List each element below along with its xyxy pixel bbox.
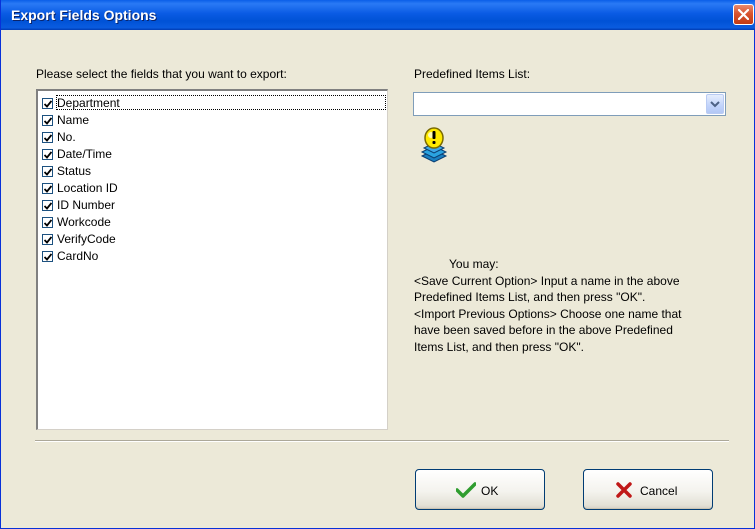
field-label: Location ID — [57, 181, 118, 195]
checkmark-icon — [44, 100, 52, 108]
field-item-department[interactable]: Department — [42, 95, 386, 112]
field-label: Name — [57, 113, 90, 127]
fields-label: Please select the fields that you want t… — [36, 67, 287, 81]
field-label: CardNo — [57, 249, 99, 263]
checkmark-icon — [44, 253, 52, 261]
x-mark-icon — [616, 482, 632, 498]
field-item-status[interactable]: Status — [42, 163, 382, 180]
field-item-verifycode[interactable]: VerifyCode — [42, 231, 382, 248]
checkbox[interactable] — [42, 200, 53, 211]
info-line: <Import Previous Options> Choose one nam… — [414, 306, 682, 321]
checkmark-icon — [44, 168, 52, 176]
field-label: No. — [57, 130, 76, 144]
checkbox[interactable] — [42, 183, 53, 194]
cancel-button-label: Cancel — [640, 484, 678, 498]
ok-button[interactable]: OK — [415, 469, 545, 510]
info-line: Predefined Items List, and then press "O… — [414, 290, 646, 304]
chevron-down-icon — [710, 101, 720, 108]
field-item-name[interactable]: Name — [42, 112, 382, 129]
field-item-no[interactable]: No. — [42, 129, 382, 146]
info-line: You may: — [449, 257, 499, 271]
close-button[interactable] — [733, 4, 754, 25]
checkmark-icon — [44, 151, 52, 159]
cancel-button[interactable]: Cancel — [583, 469, 713, 510]
checkbox[interactable] — [42, 166, 53, 177]
checkbox[interactable] — [42, 98, 53, 109]
field-item-cardno[interactable]: CardNo — [42, 248, 382, 265]
field-label: Date/Time — [57, 147, 112, 161]
predefined-label: Predefined Items List: — [414, 67, 531, 81]
field-item-date-time[interactable]: Date/Time — [42, 146, 382, 163]
dialog-title: Export Fields Options — [11, 7, 157, 23]
info-line: <Save Current Option> Input a name in th… — [414, 273, 680, 288]
checkmark-icon — [44, 117, 52, 125]
info-line: Items List, and then press "OK". — [414, 339, 584, 354]
checkbox[interactable] — [42, 251, 53, 262]
field-item-id-number[interactable]: ID Number — [42, 197, 382, 214]
separator — [35, 440, 729, 442]
close-icon — [738, 9, 749, 20]
field-label: VerifyCode — [57, 232, 116, 246]
dropdown-button[interactable] — [706, 94, 724, 114]
field-item-workcode[interactable]: Workcode — [42, 214, 382, 231]
fields-checklist[interactable]: Department Name No. Date/Time Status Loc… — [36, 89, 388, 430]
checkbox[interactable] — [42, 132, 53, 143]
field-label: Department — [57, 96, 120, 110]
field-item-location-id[interactable]: Location ID — [42, 180, 382, 197]
info-line: have been saved before in the above Pred… — [414, 323, 673, 337]
checkmark-icon — [44, 134, 52, 142]
info-bulb-icon — [420, 127, 448, 163]
predefined-items-combobox[interactable] — [413, 92, 726, 116]
ok-button-label: OK — [481, 484, 499, 498]
title-bar[interactable]: Export Fields Options — [1, 0, 755, 30]
checkmark-icon — [44, 219, 52, 227]
field-label: Workcode — [57, 215, 111, 229]
checkmark-icon — [44, 236, 52, 244]
checkmark-icon — [44, 202, 52, 210]
info-text: You may: <Save Current Option> Input a n… — [414, 256, 734, 355]
checkbox[interactable] — [42, 234, 53, 245]
checkmark-icon — [456, 482, 476, 498]
checkbox[interactable] — [42, 115, 53, 126]
export-fields-dialog: Export Fields Options Please select the … — [0, 0, 755, 529]
checkmark-icon — [44, 185, 52, 193]
field-label: Status — [57, 164, 92, 178]
field-label: ID Number — [57, 198, 116, 212]
checkbox[interactable] — [42, 217, 53, 228]
checkbox[interactable] — [42, 149, 53, 160]
